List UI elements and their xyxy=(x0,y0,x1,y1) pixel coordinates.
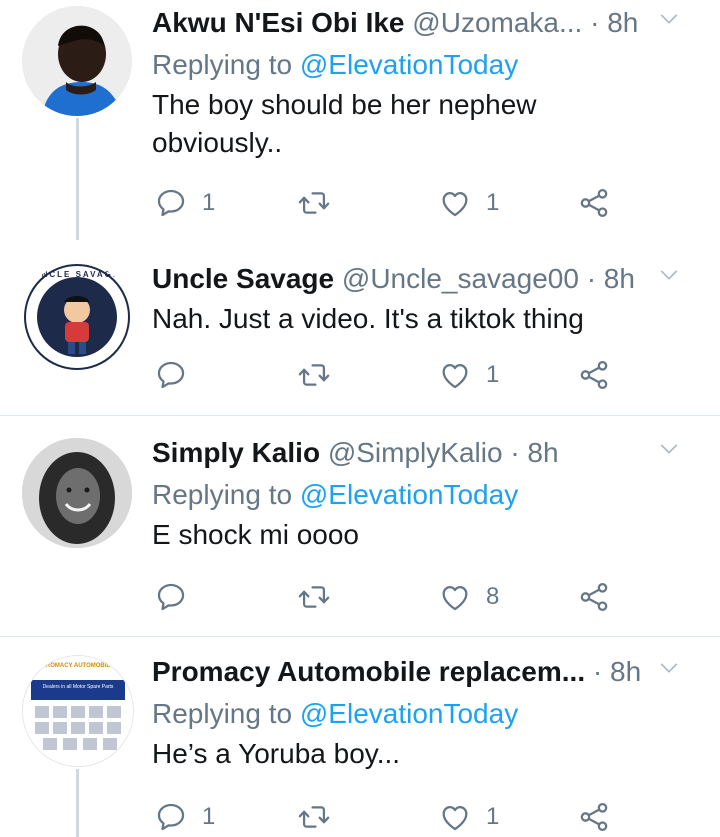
retweet-button[interactable] xyxy=(297,183,345,223)
reply-button[interactable] xyxy=(154,577,202,617)
replying-to: Replying to @ElevationToday xyxy=(152,478,704,512)
like-count: 1 xyxy=(486,803,500,830)
reply-count: 1 xyxy=(202,189,216,216)
replying-to-label: Replying to xyxy=(152,698,300,729)
chevron-down-icon[interactable] xyxy=(658,657,680,679)
tweet-3[interactable]: Simply Kalio @SimplyKalio · 8h Replying … xyxy=(0,416,720,636)
reply-button[interactable]: 1 xyxy=(154,183,215,223)
chevron-down-icon[interactable] xyxy=(658,8,680,30)
timestamp[interactable]: · 8h xyxy=(593,656,641,687)
avatar-label: UNCLE SAVAGE xyxy=(33,270,121,279)
tweet-actions: 1 1 xyxy=(152,797,632,837)
user-name[interactable]: Simply Kalio xyxy=(152,437,320,468)
like-count: 1 xyxy=(486,361,500,388)
thread-line xyxy=(76,118,79,240)
reply-button[interactable] xyxy=(154,355,202,395)
retweet-button[interactable] xyxy=(297,355,345,395)
tweet-header: Promacy Automobile replacem... · 8h xyxy=(152,655,704,689)
replying-to: Replying to @ElevationToday xyxy=(152,697,704,731)
retweet-icon xyxy=(297,358,331,392)
tweet-text: The boy should be her nephew obviously.. xyxy=(152,89,537,158)
avatar[interactable]: UNCLE SAVAGE xyxy=(22,262,132,372)
user-handle[interactable]: @SimplyKalio xyxy=(328,437,503,468)
avatar[interactable] xyxy=(22,438,132,548)
user-handle[interactable]: @Uzomaka... xyxy=(412,7,582,38)
like-count: 1 xyxy=(486,189,500,216)
like-button[interactable]: 1 xyxy=(438,355,499,395)
avatar-tagline: Dealers in all Motor Spare Parts xyxy=(42,684,114,690)
thread-line xyxy=(76,769,79,837)
user-name[interactable]: Promacy Automobile replacem... xyxy=(152,656,585,687)
like-count: 8 xyxy=(486,583,500,610)
tweet-text: He’s a Yoruba boy... xyxy=(152,738,401,769)
timestamp[interactable]: · 8h xyxy=(510,437,558,468)
like-icon xyxy=(438,186,472,220)
retweet-icon xyxy=(297,186,331,220)
mention-link[interactable]: @ElevationToday xyxy=(300,479,518,510)
share-icon xyxy=(577,800,611,834)
share-icon xyxy=(577,186,611,220)
like-button[interactable]: 1 xyxy=(438,797,499,837)
replying-to-label: Replying to xyxy=(152,49,300,80)
reply-icon xyxy=(154,580,188,614)
like-button[interactable]: 8 xyxy=(438,577,499,617)
chevron-down-icon[interactable] xyxy=(658,264,680,286)
tweet-actions: 8 xyxy=(152,577,632,617)
retweet-button[interactable] xyxy=(297,577,345,617)
user-name[interactable]: Akwu N'Esi Obi Ike xyxy=(152,7,405,38)
mention-link[interactable]: @ElevationToday xyxy=(300,49,518,80)
share-button[interactable] xyxy=(577,183,611,223)
avatar[interactable]: PROMACY AUTOMOBILE Dealers in all Motor … xyxy=(22,655,134,767)
tweet-header: Akwu N'Esi Obi Ike @Uzomaka... · 8h xyxy=(152,6,704,40)
avatar-brand-text: PROMACY AUTOMOBILE xyxy=(41,663,115,669)
reply-icon xyxy=(154,800,188,834)
reply-count: 1 xyxy=(202,803,216,830)
mention-link[interactable]: @ElevationToday xyxy=(300,698,518,729)
tweet-4[interactable]: PROMACY AUTOMOBILE Dealers in all Motor … xyxy=(0,637,720,837)
tweet-header: Uncle Savage @Uncle_savage00 · 8h xyxy=(152,262,704,296)
user-name[interactable]: Uncle Savage xyxy=(152,263,334,294)
chevron-down-icon[interactable] xyxy=(658,438,680,460)
user-handle[interactable]: @Uncle_savage00 xyxy=(342,263,579,294)
tweet-1[interactable]: Akwu N'Esi Obi Ike @Uzomaka... · 8h Repl… xyxy=(0,0,720,240)
retweet-icon xyxy=(297,580,331,614)
share-icon xyxy=(577,358,611,392)
replying-to: Replying to @ElevationToday xyxy=(152,48,704,82)
retweet-icon xyxy=(297,800,331,834)
tweet-header: Simply Kalio @SimplyKalio · 8h xyxy=(152,436,704,470)
share-button[interactable] xyxy=(577,577,611,617)
like-button[interactable]: 1 xyxy=(438,183,499,223)
like-icon xyxy=(438,800,472,834)
avatar[interactable] xyxy=(22,6,132,116)
reply-button[interactable]: 1 xyxy=(154,797,215,837)
tweet-text: Nah. Just a video. It's a tiktok thing xyxy=(152,303,584,334)
tweet-text: E shock mi oooo xyxy=(152,519,359,550)
tweet-actions: 1 1 xyxy=(152,183,632,223)
timestamp[interactable]: · 8h xyxy=(587,263,635,294)
reply-icon xyxy=(154,186,188,220)
like-icon xyxy=(438,358,472,392)
replying-to-label: Replying to xyxy=(152,479,300,510)
share-button[interactable] xyxy=(577,797,611,837)
reply-icon xyxy=(154,358,188,392)
like-icon xyxy=(438,580,472,614)
timestamp[interactable]: · 8h xyxy=(590,7,638,38)
share-button[interactable] xyxy=(577,355,611,395)
share-icon xyxy=(577,580,611,614)
tweet-actions: 1 xyxy=(152,355,632,395)
tweet-2[interactable]: UNCLE SAVAGE Uncle Savage @Uncle_savage0… xyxy=(0,240,720,415)
retweet-button[interactable] xyxy=(297,797,345,837)
